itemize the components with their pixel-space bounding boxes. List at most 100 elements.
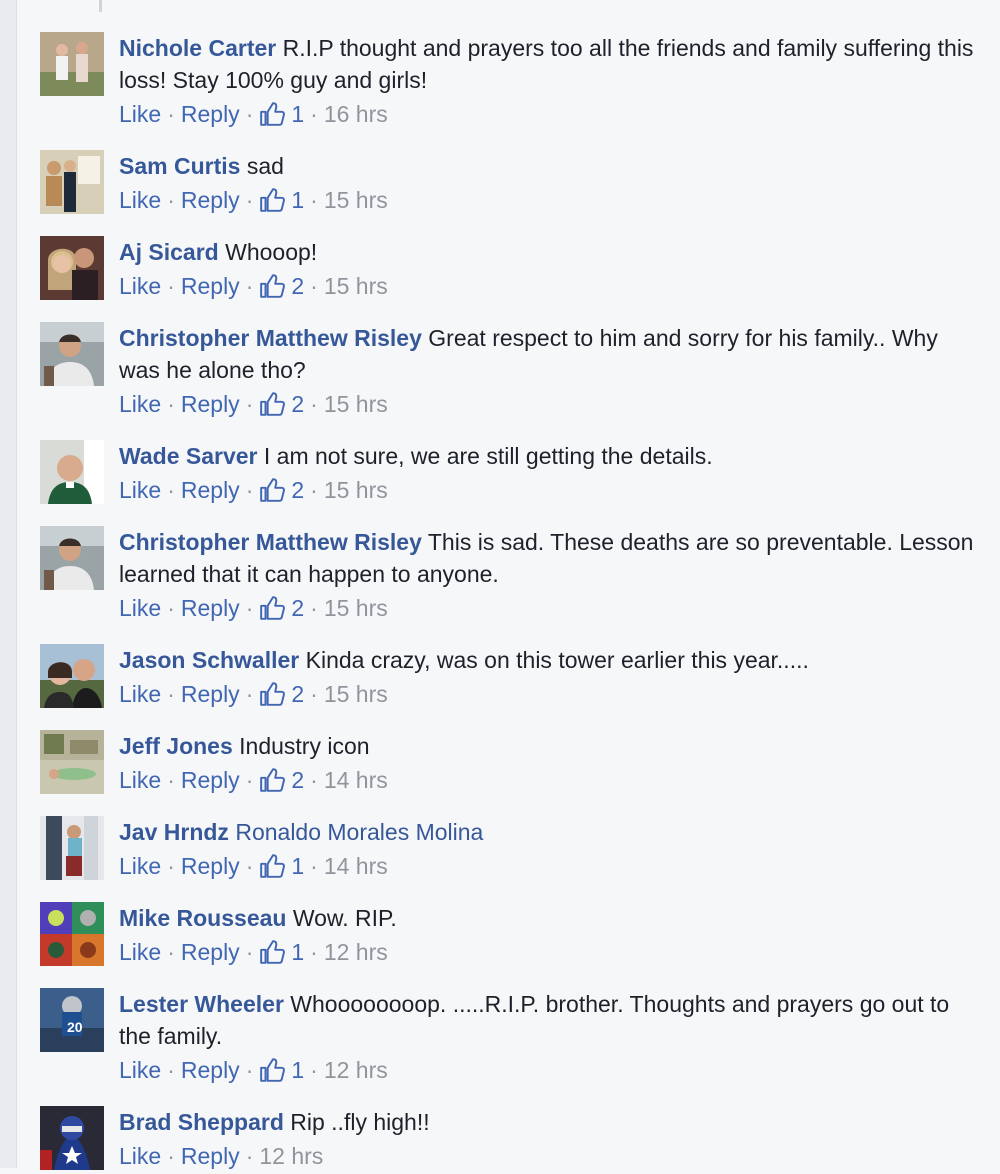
- timestamp[interactable]: 15 hrs: [324, 681, 388, 708]
- avatar[interactable]: [40, 1106, 104, 1170]
- reply-button[interactable]: Reply: [181, 595, 240, 622]
- comment: Christopher Matthew Risley Great respect…: [40, 320, 980, 422]
- avatar[interactable]: [40, 526, 104, 590]
- reply-button[interactable]: Reply: [181, 273, 240, 300]
- reply-button[interactable]: Reply: [181, 391, 240, 418]
- comment: Aj Sicard Whooop! Like · Reply · 2 · 15 …: [40, 234, 980, 304]
- comment-body: Aj Sicard Whooop!: [119, 234, 980, 268]
- author-name[interactable]: Mike Rousseau: [119, 905, 286, 931]
- like-button[interactable]: Like: [119, 391, 161, 418]
- reply-button[interactable]: Reply: [181, 1143, 240, 1170]
- separator: ·: [310, 390, 318, 417]
- like-button[interactable]: Like: [119, 595, 161, 622]
- like-count-value: 2: [291, 766, 305, 793]
- timestamp[interactable]: 16 hrs: [324, 101, 388, 128]
- comment-text: I am not sure, we are still getting the …: [263, 443, 713, 469]
- comment-body: Brad Sheppard Rip ..fly high!!: [119, 1104, 980, 1138]
- like-count[interactable]: 2: [259, 273, 304, 300]
- like-button[interactable]: Like: [119, 101, 161, 128]
- separator: ·: [167, 100, 175, 127]
- timestamp[interactable]: 12 hrs: [324, 939, 388, 966]
- avatar[interactable]: [40, 440, 104, 504]
- like-count[interactable]: 1: [259, 939, 304, 966]
- like-button[interactable]: Like: [119, 187, 161, 214]
- author-name[interactable]: Brad Sheppard: [119, 1109, 284, 1135]
- reply-button[interactable]: Reply: [181, 939, 240, 966]
- like-count[interactable]: 2: [259, 595, 304, 622]
- timestamp[interactable]: 12 hrs: [324, 1057, 388, 1084]
- author-name[interactable]: Jason Schwaller: [119, 647, 299, 673]
- avatar[interactable]: [40, 322, 104, 386]
- author-name[interactable]: Christopher Matthew Risley: [119, 529, 422, 555]
- separator: ·: [167, 186, 175, 213]
- like-button[interactable]: Like: [119, 767, 161, 794]
- author-name[interactable]: Christopher Matthew Risley: [119, 325, 422, 351]
- like-button[interactable]: Like: [119, 1143, 161, 1170]
- separator: ·: [245, 1056, 254, 1083]
- mentioned-user[interactable]: Ronaldo Morales Molina: [235, 819, 483, 845]
- author-name[interactable]: Sam Curtis: [119, 153, 240, 179]
- reply-button[interactable]: Reply: [181, 681, 240, 708]
- avatar[interactable]: [40, 150, 104, 214]
- timestamp[interactable]: 15 hrs: [324, 187, 388, 214]
- avatar[interactable]: [40, 730, 104, 794]
- like-count[interactable]: 2: [259, 477, 304, 504]
- like-count[interactable]: 2: [259, 391, 304, 418]
- timestamp[interactable]: 15 hrs: [324, 391, 388, 418]
- separator: ·: [245, 1142, 254, 1169]
- thumbs-up-icon: [260, 392, 286, 416]
- separator: ·: [310, 680, 318, 707]
- reply-button[interactable]: Reply: [181, 187, 240, 214]
- separator: ·: [167, 680, 175, 707]
- timestamp[interactable]: 12 hrs: [259, 1143, 323, 1170]
- like-button[interactable]: Like: [119, 1057, 161, 1084]
- like-button[interactable]: Like: [119, 939, 161, 966]
- timestamp[interactable]: 15 hrs: [324, 477, 388, 504]
- avatar[interactable]: 20: [40, 988, 104, 1052]
- separator: ·: [245, 186, 254, 213]
- comment-text: Wow. RIP.: [292, 905, 397, 931]
- reply-button[interactable]: Reply: [181, 1057, 240, 1084]
- timestamp[interactable]: 14 hrs: [324, 853, 388, 880]
- author-name[interactable]: Aj Sicard: [119, 239, 219, 265]
- reply-button[interactable]: Reply: [181, 853, 240, 880]
- like-button[interactable]: Like: [119, 681, 161, 708]
- avatar[interactable]: [40, 32, 104, 96]
- like-count[interactable]: 1: [259, 853, 304, 880]
- timestamp[interactable]: 14 hrs: [324, 767, 388, 794]
- separator: ·: [310, 852, 318, 879]
- like-count-value: 1: [291, 186, 305, 213]
- like-count-value: 2: [291, 594, 305, 621]
- author-name[interactable]: Nichole Carter: [119, 35, 276, 61]
- like-button[interactable]: Like: [119, 273, 161, 300]
- thumbs-up-icon: [260, 478, 286, 502]
- like-count[interactable]: 1: [259, 187, 304, 214]
- author-name[interactable]: Wade Sarver: [119, 443, 258, 469]
- thumbs-up-icon: [260, 102, 286, 126]
- avatar[interactable]: [40, 902, 104, 966]
- like-count[interactable]: 2: [259, 681, 304, 708]
- timestamp[interactable]: 15 hrs: [324, 595, 388, 622]
- like-count[interactable]: 1: [259, 1057, 304, 1084]
- timestamp[interactable]: 15 hrs: [324, 273, 388, 300]
- avatar[interactable]: [40, 236, 104, 300]
- like-button[interactable]: Like: [119, 477, 161, 504]
- separator: ·: [245, 680, 254, 707]
- thumbs-up-icon: [260, 188, 286, 212]
- separator: ·: [245, 476, 254, 503]
- author-name[interactable]: Lester Wheeler: [119, 991, 284, 1017]
- like-button[interactable]: Like: [119, 853, 161, 880]
- like-count[interactable]: 2: [259, 767, 304, 794]
- avatar[interactable]: [40, 816, 104, 880]
- thumbs-up-icon: [260, 768, 286, 792]
- reply-button[interactable]: Reply: [181, 101, 240, 128]
- like-count-value: 2: [291, 272, 305, 299]
- reply-button[interactable]: Reply: [181, 477, 240, 504]
- like-count[interactable]: 1: [259, 101, 304, 128]
- author-name[interactable]: Jeff Jones: [119, 733, 233, 759]
- author-name[interactable]: Jav Hrndz: [119, 819, 229, 845]
- comment-text: Whooop!: [225, 239, 318, 265]
- separator: ·: [245, 390, 254, 417]
- avatar[interactable]: [40, 644, 104, 708]
- reply-button[interactable]: Reply: [181, 767, 240, 794]
